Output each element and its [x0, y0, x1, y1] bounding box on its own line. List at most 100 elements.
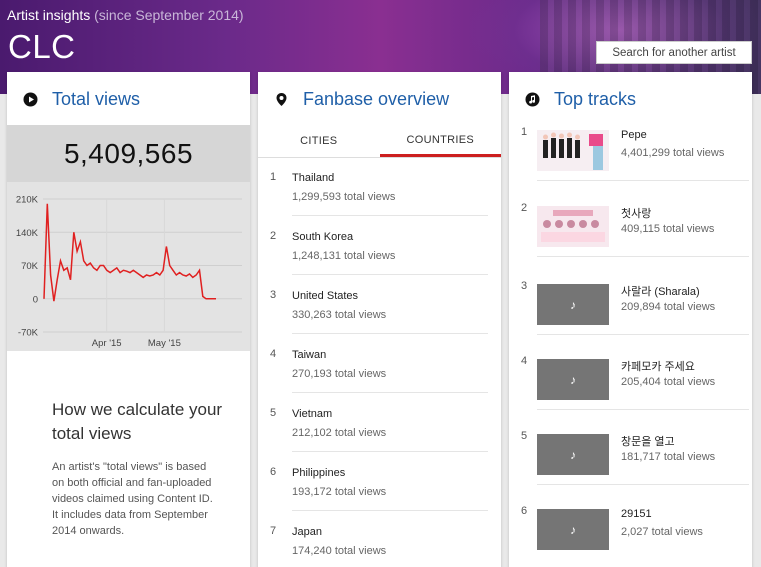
country-rank: 2 [270, 230, 277, 242]
country-views: 1,248,131 total views [292, 250, 396, 262]
search-another-artist-button[interactable]: Search for another artist [596, 41, 752, 64]
music-note-icon: ♪ [570, 447, 576, 462]
total-views-card: Total views 5,409,565 210K 140K 70K 0 -70K Ap… [7, 72, 250, 567]
track-row[interactable]: 3 ♪ 사랄라 (Sharala) 209,894 total views [509, 280, 752, 355]
country-rank: 4 [270, 348, 277, 360]
chart-y-tick-label: 0 [33, 294, 38, 305]
views-chart-svg: 210K 140K 70K 0 -70K Apr '15 May '15 [16, 195, 242, 349]
chart-y-tick-label: 210K [16, 195, 39, 206]
track-rank: 6 [521, 505, 528, 517]
track-rank: 3 [521, 280, 528, 292]
country-name: United States [292, 290, 359, 302]
divider [292, 392, 488, 393]
country-row[interactable]: 7 Japan 174,240 total views [258, 525, 501, 567]
total-views-count: 5,409,565 [7, 125, 250, 182]
divider [537, 180, 749, 181]
track-views: 205,404 total views [621, 376, 716, 388]
country-row[interactable]: 3 United States 330,263 total views [258, 289, 501, 348]
track-row[interactable]: 6 ♪ 29151 2,027 total views [509, 505, 752, 567]
chart-x-tick-label: Apr '15 [92, 338, 122, 349]
chart-y-tick-label: -70K [18, 328, 39, 339]
track-thumbnail[interactable]: ♪ [537, 509, 609, 550]
country-name: Thailand [292, 172, 335, 184]
divider [537, 256, 749, 257]
country-name: Vietnam [292, 408, 333, 420]
divider [292, 451, 488, 452]
track-name: 첫사랑 [621, 208, 652, 220]
track-name: 사랄라 (Sharala) [621, 286, 700, 298]
divider [537, 334, 749, 335]
country-row[interactable]: 1 Thailand 1,299,593 total views [258, 171, 501, 230]
subtitle-since: (since September 2014) [94, 7, 244, 23]
total-views-title: Total views [52, 89, 141, 109]
country-views: 270,193 total views [292, 368, 387, 380]
music-note-icon: ♪ [570, 522, 576, 537]
divider [292, 333, 488, 334]
track-views: 2,027 total views [621, 526, 703, 538]
track-views: 181,717 total views [621, 451, 716, 463]
music-note-icon: ♪ [570, 297, 576, 312]
country-rank: 6 [270, 466, 277, 478]
country-row[interactable]: 4 Taiwan 270,193 total views [258, 348, 501, 407]
track-name: 29151 [621, 508, 652, 520]
track-thumbnail[interactable] [537, 206, 609, 247]
subtitle-label: Artist insights [7, 7, 91, 23]
country-views: 174,240 total views [292, 545, 387, 557]
country-name: Philippines [292, 467, 346, 479]
country-row[interactable]: 6 Philippines 193,172 total views [258, 466, 501, 525]
country-views: 1,299,593 total views [292, 191, 396, 203]
track-thumbnail[interactable] [537, 130, 609, 171]
track-name: 창문을 열고 [621, 436, 675, 448]
chart-y-tick-label: 70K [21, 261, 39, 272]
divider [537, 484, 749, 485]
play-icon [23, 92, 38, 107]
divider [537, 409, 749, 410]
country-rank: 3 [270, 289, 277, 301]
fanbase-title: Fanbase overview [303, 89, 450, 109]
top-tracks-card: Top tracks 1 Pepe 4,401,299 total views 2 첫사… [509, 72, 752, 567]
country-rank: 7 [270, 525, 277, 537]
music-note-icon [525, 92, 540, 107]
country-name: Japan [292, 526, 322, 538]
country-rank: 5 [270, 407, 277, 419]
calc-text: An artist's "total views" is based on bo… [52, 461, 213, 537]
country-row[interactable]: 2 South Korea 1,248,131 total views [258, 230, 501, 289]
page-subtitle: Artist insights (since September 2014) [7, 7, 244, 23]
chart-series-line [43, 203, 216, 302]
divider [292, 274, 488, 275]
track-views: 4,401,299 total views [621, 147, 725, 159]
music-note-icon: ♪ [570, 372, 576, 387]
track-views: 409,115 total views [621, 223, 715, 235]
card-title: Top tracks [525, 89, 636, 110]
country-row[interactable]: 5 Vietnam 212,102 total views [258, 407, 501, 466]
track-rank: 1 [521, 126, 528, 138]
card-title: Fanbase overview [274, 89, 449, 110]
track-row[interactable]: 2 첫사랑 409,115 total views [509, 202, 752, 277]
location-pin-icon [274, 92, 289, 107]
divider [292, 215, 488, 216]
tab-cities[interactable]: CITIES [258, 125, 380, 157]
country-views: 212,102 total views [292, 427, 387, 439]
track-thumbnail[interactable]: ♪ [537, 359, 609, 400]
chart-x-tick-label: May '15 [148, 338, 181, 349]
chart-y-tick-label: 140K [16, 228, 39, 239]
track-row[interactable]: 4 ♪ 카페모카 주세요 205,404 total views [509, 355, 752, 430]
fanbase-tabs: CITIES COUNTRIES [258, 125, 501, 158]
top-tracks-title: Top tracks [554, 89, 637, 109]
tab-countries[interactable]: COUNTRIES [379, 125, 501, 157]
fanbase-card: Fanbase overview CITIES COUNTRIES 1 Thail… [258, 72, 501, 567]
track-row[interactable]: 5 ♪ 창문을 열고 181,717 total views [509, 430, 752, 505]
track-views: 209,894 total views [621, 301, 716, 313]
track-rank: 4 [521, 355, 528, 367]
country-name: Taiwan [292, 349, 327, 361]
card-title: Total views [23, 89, 140, 110]
track-row[interactable]: 1 Pepe 4,401,299 total views [509, 126, 752, 201]
country-views: 193,172 total views [292, 486, 387, 498]
country-rank: 1 [270, 171, 277, 183]
track-thumbnail[interactable]: ♪ [537, 284, 609, 325]
track-thumbnail[interactable]: ♪ [537, 434, 609, 475]
country-name: South Korea [292, 231, 354, 243]
track-rank: 2 [521, 202, 528, 214]
artist-name: CLC [8, 28, 76, 65]
calc-title: How we calculate your total views [52, 400, 223, 443]
